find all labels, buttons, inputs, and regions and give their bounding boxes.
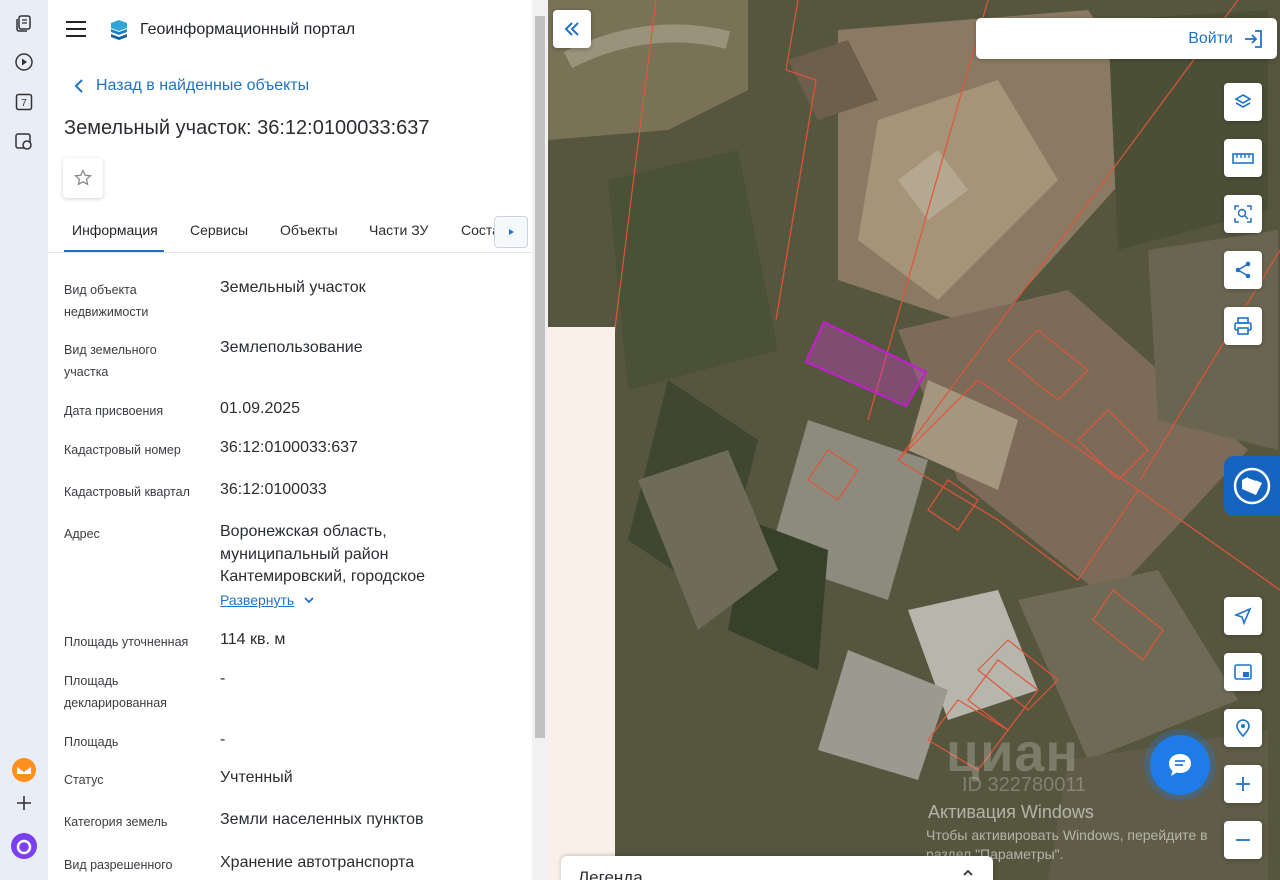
calendar-badge-number: 7: [21, 98, 27, 109]
login-icon: [1245, 30, 1262, 48]
favorite-button[interactable]: [63, 158, 103, 198]
permitted-use-value: Хранение автотранспорта: [220, 854, 415, 871]
star-icon: [74, 168, 92, 186]
land-kind-label: Вид земельного участка: [64, 343, 157, 379]
area-label: Площадь: [64, 735, 119, 749]
chevron-left-icon: [74, 79, 83, 93]
portal-logo-icon: [108, 19, 130, 41]
play-icon[interactable]: [9, 47, 39, 77]
tabs-scroll-right-button[interactable]: [494, 216, 528, 248]
chevron-up-icon: [963, 869, 973, 876]
share-icon: [1235, 261, 1251, 279]
minimap-button[interactable]: [1224, 653, 1262, 691]
status-value: Учтенный: [220, 769, 293, 786]
chat-icon: [1169, 754, 1191, 776]
area-declared-value: -: [220, 670, 226, 687]
login-label: Войти: [1188, 30, 1233, 47]
mail-app-icon[interactable]: [9, 755, 39, 785]
collapse-panel-button[interactable]: [553, 10, 591, 48]
print-button[interactable]: [1224, 307, 1262, 345]
layers-button[interactable]: [1224, 83, 1262, 121]
permitted-use-label: Вид разрешенного: [64, 858, 173, 872]
back-link-label: Назад в найденные объекты: [96, 77, 310, 94]
object-type-label: Вид объекта недвижимости: [64, 283, 149, 319]
cadastral-number-value: 36:12:0100033:637: [220, 439, 358, 456]
area-declared-label: Площадь декларированная: [64, 674, 167, 710]
tab-information[interactable]: Информация: [72, 222, 158, 238]
area-value: -: [220, 731, 226, 748]
panel-header: Геоинформационный портал: [48, 0, 532, 60]
caret-right-icon: [509, 229, 514, 235]
scrollbar-thumb[interactable]: [535, 16, 545, 738]
tab-parts[interactable]: Части ЗУ: [369, 222, 428, 238]
area-specified-label: Площадь уточненная: [64, 635, 189, 649]
chat-button[interactable]: [1150, 735, 1210, 795]
cadastral-quarter-value: 36:12:0100033: [220, 481, 327, 498]
address-label: Адрес: [64, 527, 100, 541]
land-category-label: Категория земель: [64, 815, 168, 829]
land-kind-value: Землепользование: [220, 339, 363, 356]
map-view[interactable]: циан ID 322780011 Войти Активация Window…: [548, 0, 1280, 880]
object-type-value: Земельный участок: [220, 279, 366, 296]
date-value: 01.09.2025: [220, 400, 301, 417]
screenshot-icon[interactable]: [9, 127, 39, 157]
portal-title: Геоинформационный портал: [140, 21, 356, 38]
expand-label: Развернуть: [220, 592, 295, 608]
layers-icon: [1234, 94, 1252, 108]
legend-panel[interactable]: Легенда: [561, 856, 993, 880]
tab-bar: Информация Сервисы Объекты Части ЗУ Сост…: [48, 210, 532, 253]
address-value: Воронежская область, муниципальный район…: [220, 523, 426, 585]
cadastral-number-label: Кадастровый номер: [64, 443, 181, 457]
map-pink-area: [548, 327, 615, 880]
tab-services[interactable]: Сервисы: [190, 222, 248, 238]
tab-objects[interactable]: Объекты: [280, 222, 338, 238]
browser-sidebar: 7: [0, 0, 49, 880]
top-bar: Войти: [976, 18, 1277, 59]
chevron-down-icon: [304, 597, 314, 604]
collections-icon[interactable]: [9, 8, 39, 38]
share-button[interactable]: [1224, 251, 1262, 289]
geolocation-icon: [1236, 719, 1250, 738]
alice-assistant-icon[interactable]: [9, 831, 39, 861]
expand-address-link[interactable]: Развернуть: [220, 592, 316, 608]
object-title: Земельный участок: 36:12:0100033:637: [64, 117, 430, 139]
date-label: Дата присвоения: [64, 404, 164, 418]
status-label: Статус: [64, 773, 104, 787]
area-search-icon: [1234, 205, 1252, 223]
locate-button[interactable]: [1224, 709, 1262, 747]
menu-icon[interactable]: [66, 21, 86, 37]
calendar-icon[interactable]: 7: [9, 87, 39, 117]
object-info-panel: Геоинформационный портал Назад в найденн…: [48, 0, 532, 880]
windows-activation-title: Активация Windows: [928, 802, 1094, 822]
land-category-value: Земли населенных пунктов: [220, 811, 424, 828]
navigation-arrow-icon: [1233, 607, 1252, 626]
cadastral-quarter-label: Кадастровый квартал: [64, 485, 190, 499]
zoom-in-button[interactable]: [1224, 765, 1262, 803]
area-specified-value: 114 кв. м: [220, 631, 286, 648]
ruler-button[interactable]: [1224, 139, 1262, 177]
ruler-icon: [1232, 153, 1254, 164]
double-chevron-left-icon: [564, 22, 579, 36]
cadastral-map-icon: [1233, 467, 1271, 505]
panel-scrollbar[interactable]: [532, 0, 548, 880]
cian-id-watermark: ID 322780011: [962, 774, 1087, 796]
area-search-button[interactable]: [1224, 195, 1262, 233]
navigate-button[interactable]: [1224, 597, 1262, 635]
plus-icon: [1236, 777, 1250, 791]
active-tab-indicator: [64, 250, 164, 252]
login-button[interactable]: Войти: [1188, 28, 1265, 50]
cadastral-map-tab[interactable]: [1224, 456, 1280, 516]
minimap-icon: [1234, 664, 1252, 680]
back-to-results-link[interactable]: Назад в найденные объекты: [70, 76, 309, 96]
legend-title: Легенда: [578, 868, 643, 880]
printer-icon: [1234, 317, 1252, 335]
add-icon[interactable]: [9, 788, 39, 818]
